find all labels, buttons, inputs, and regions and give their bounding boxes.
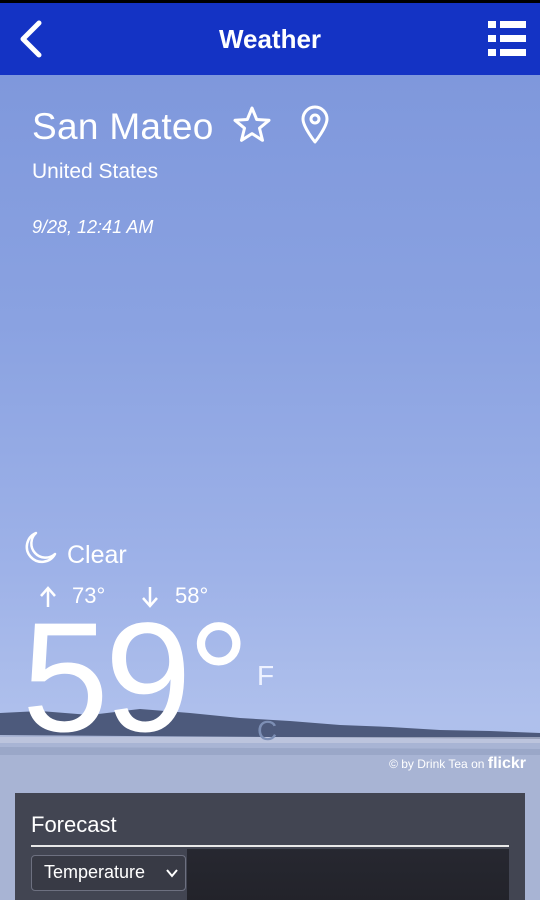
- app-title: Weather: [0, 24, 540, 55]
- unit-fahrenheit-toggle[interactable]: F: [257, 660, 274, 692]
- flickr-logo: flickr: [488, 755, 526, 772]
- forecast-type-select[interactable]: Temperature: [31, 855, 186, 891]
- forecast-type-value: Temperature: [44, 862, 145, 882]
- forecast-title: Forecast: [31, 812, 117, 838]
- current-temperature: 59°: [22, 600, 246, 756]
- menu-button[interactable]: [486, 19, 528, 59]
- moon-icon: [22, 530, 58, 566]
- observation-time: 9/28, 12:41 AM: [32, 217, 153, 238]
- location-button[interactable]: [298, 105, 332, 145]
- forecast-panel: Forecast Temperature: [15, 793, 525, 900]
- favorite-button[interactable]: [232, 105, 272, 145]
- forecast-divider: [31, 845, 509, 847]
- chevron-down-icon: [165, 866, 179, 880]
- city-name: San Mateo: [32, 106, 214, 148]
- forecast-chart-area: [187, 849, 509, 900]
- condition-text: Clear: [67, 541, 127, 570]
- list-menu-icon: [486, 19, 528, 59]
- country-name: United States: [32, 160, 158, 184]
- photo-credit-text: © by Drink Tea on: [389, 757, 488, 771]
- map-pin-icon: [298, 105, 332, 145]
- star-icon: [232, 105, 272, 145]
- app-bar: Weather: [0, 3, 540, 75]
- background-photo: [0, 75, 540, 900]
- photo-credit[interactable]: © by Drink Tea on flickr: [389, 755, 526, 773]
- unit-celsius-toggle[interactable]: C: [257, 715, 277, 747]
- weather-background: San Mateo United States 9/28, 12:41 AM C…: [0, 75, 540, 900]
